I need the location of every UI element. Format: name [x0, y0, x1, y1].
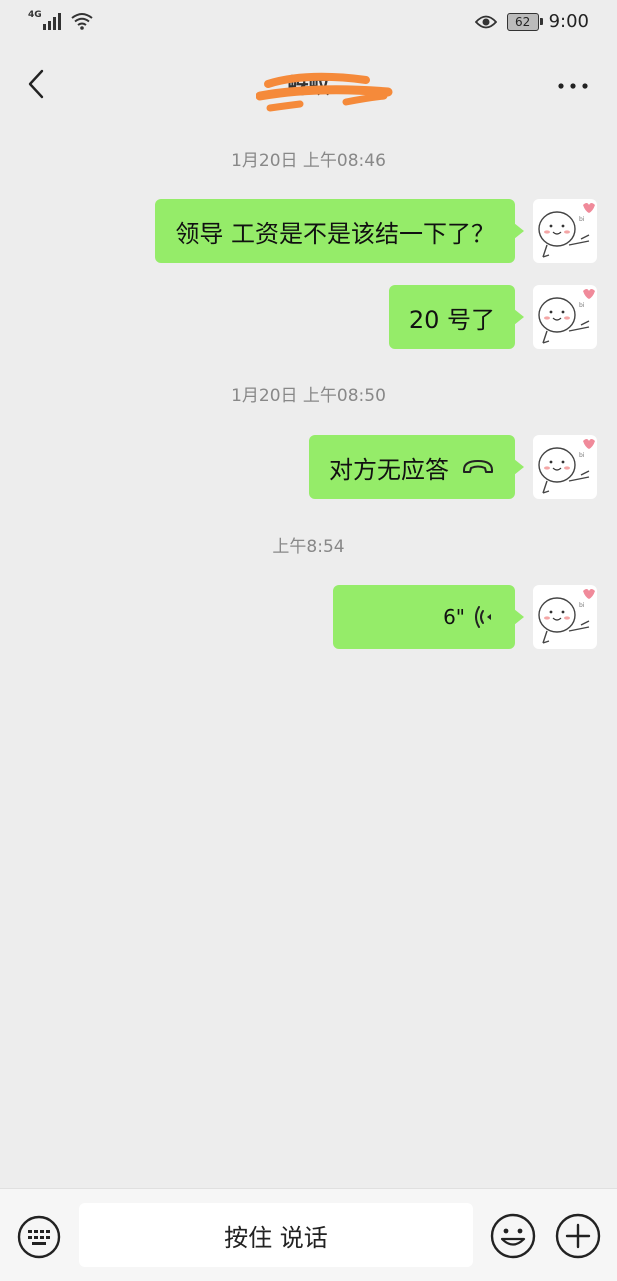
svg-text:bi: bi [579, 216, 585, 223]
message-timestamp: 1月20日 上午08:46 [231, 151, 386, 171]
eye-icon [474, 15, 497, 28]
voice-bubble[interactable]: 6" [333, 585, 524, 649]
hangup-icon [463, 460, 493, 473]
avatar[interactable]: bi [533, 285, 597, 349]
chat-header: 蚜蚊 [0, 46, 617, 124]
hold-to-talk-button[interactable]: 按住 说话 [79, 1203, 473, 1267]
emoji-button[interactable] [489, 1212, 537, 1260]
message-text: 20 号了 [408, 305, 495, 334]
avatar-sticker-icon: bi [538, 289, 595, 344]
message-bubble[interactable]: 领导 工资是不是该结一下了？ [155, 199, 524, 263]
more-dots-icon [558, 83, 588, 89]
more-functions-button[interactable] [554, 1212, 602, 1260]
network-type: 4G [28, 10, 42, 20]
message-text: 领导 工资是不是该结一下了？ [175, 219, 495, 248]
avatar[interactable]: bi [533, 199, 597, 263]
hold-to-talk-label: 按住 说话 [224, 1223, 328, 1252]
avatar-sticker-icon: bi [538, 589, 595, 644]
message-row: 6" bi [333, 585, 597, 649]
emoji-icon [490, 1213, 536, 1259]
avatar[interactable]: bi [533, 435, 597, 499]
svg-text:bi: bi [579, 302, 585, 309]
voice-duration: 6" [443, 605, 465, 629]
message-row: 20 号了 bi [388, 285, 597, 349]
message-timestamp: 上午8:54 [272, 537, 345, 557]
svg-text:bi: bi [579, 452, 585, 459]
status-bar: 4G 62 9:00 [0, 0, 617, 46]
clock: 9:00 [548, 11, 589, 32]
message-row: 领导 工资是不是该结一下了？ bi [155, 199, 597, 263]
message-bubble[interactable]: 20 号了 [388, 285, 525, 349]
voice-wave-icon [475, 606, 491, 628]
avatar-sticker-icon: bi [538, 203, 595, 258]
message-row: 对方无应答 bi [309, 435, 597, 499]
call-bubble[interactable]: 对方无应答 [309, 435, 524, 499]
keyboard-icon [17, 1215, 61, 1259]
message-timestamp: 1月20日 上午08:50 [231, 386, 386, 406]
status-right: 62 9:00 [474, 11, 589, 32]
svg-text:bi: bi [579, 602, 585, 609]
keyboard-toggle-button[interactable] [16, 1214, 62, 1260]
signal-icon [42, 13, 61, 30]
status-left: 4G [28, 10, 94, 30]
input-bar: 按住 说话 [0, 1188, 617, 1281]
avatar[interactable]: bi [533, 585, 597, 649]
avatar-sticker-icon: bi [538, 439, 595, 494]
redaction-scribble [256, 72, 393, 112]
wifi-icon [71, 13, 93, 30]
plus-icon [555, 1213, 601, 1259]
battery-indicator: 62 [506, 12, 543, 31]
call-status-text: 对方无应答 [329, 455, 449, 484]
more-options-button[interactable] [553, 72, 593, 100]
